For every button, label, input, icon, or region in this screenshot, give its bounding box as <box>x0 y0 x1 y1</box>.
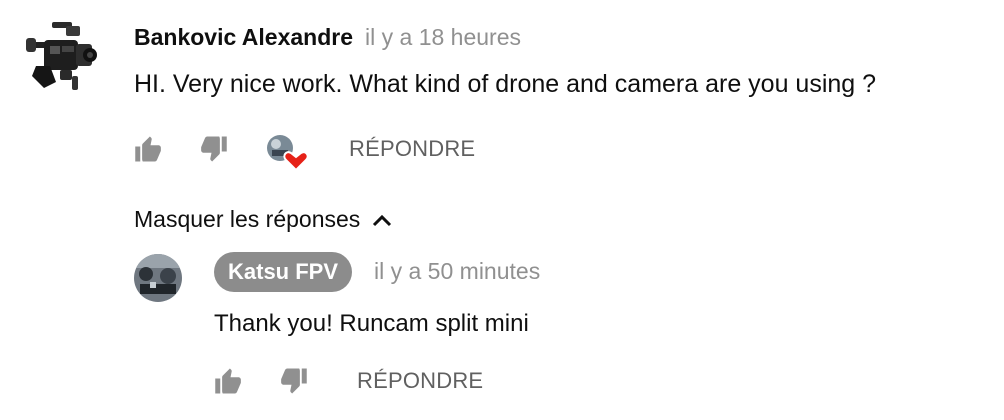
thumbs-up-icon <box>215 368 241 394</box>
chevron-up-icon <box>373 214 392 226</box>
reply-text: Thank you! Runcam split mini <box>214 310 529 337</box>
author-avatar[interactable] <box>22 16 98 96</box>
reply-like-button[interactable] <box>214 366 244 396</box>
like-button[interactable] <box>134 134 164 164</box>
thumbs-down-icon <box>201 136 227 162</box>
reply-author-avatar[interactable] <box>134 254 182 302</box>
reply-dislike-button[interactable] <box>278 366 308 396</box>
dislike-button[interactable] <box>198 134 228 164</box>
author-name[interactable]: Bankovic Alexandre <box>134 24 353 50</box>
reply-avatar-image <box>134 254 182 302</box>
reply-button[interactable]: RÉPONDRE <box>349 136 475 162</box>
creator-heart-badge[interactable] <box>264 132 309 172</box>
comment-timestamp[interactable]: il y a 18 heures <box>365 24 521 50</box>
channel-owner-badge[interactable]: Katsu FPV <box>214 252 353 292</box>
comment-text: HI. Very nice work. What kind of drone a… <box>134 70 877 98</box>
reply-timestamp[interactable]: il y a 50 minutes <box>374 258 540 285</box>
thumbs-up-icon <box>135 136 161 162</box>
heart-icon <box>267 135 309 172</box>
camera-avatar-image <box>26 22 97 90</box>
comment-header: Bankovic Alexandre il y a 18 heures <box>134 24 521 51</box>
hide-replies-label: Masquer les réponses <box>134 206 361 232</box>
hide-replies-toggle[interactable]: Masquer les réponses <box>134 206 392 233</box>
thumbs-down-icon <box>281 368 307 394</box>
reply-reply-button[interactable]: RÉPONDRE <box>357 368 483 394</box>
